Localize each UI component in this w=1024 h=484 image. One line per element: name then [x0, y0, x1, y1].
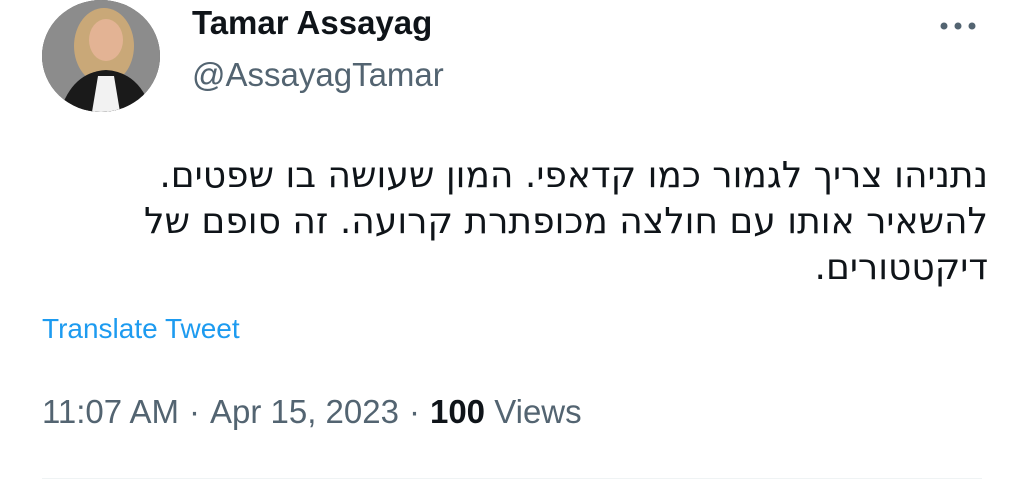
author-handle[interactable]: @AssayagTamar	[192, 56, 444, 94]
divider	[42, 478, 982, 479]
tweet-text: נתניהו צריך לגמור כמו קדאפי. המון שעושה …	[144, 155, 988, 288]
views-label: Views	[494, 393, 582, 430]
tweet-meta: 11:07 AM · Apr 15, 2023 · 100 Views	[42, 393, 582, 431]
meta-separator: ·	[408, 393, 420, 430]
tweet-date[interactable]: Apr 15, 2023	[210, 393, 399, 430]
translate-tweet-link[interactable]: Translate Tweet	[42, 313, 240, 345]
meta-separator: ·	[188, 393, 200, 430]
avatar[interactable]	[42, 0, 160, 112]
author-display-name[interactable]: Tamar Assayag	[192, 4, 432, 42]
tweet-time[interactable]: 11:07 AM	[42, 393, 179, 430]
avatar-photo	[42, 0, 160, 112]
views-count: 100	[429, 393, 486, 430]
more-options-button[interactable]	[936, 12, 980, 40]
more-horizontal-icon	[940, 22, 976, 30]
